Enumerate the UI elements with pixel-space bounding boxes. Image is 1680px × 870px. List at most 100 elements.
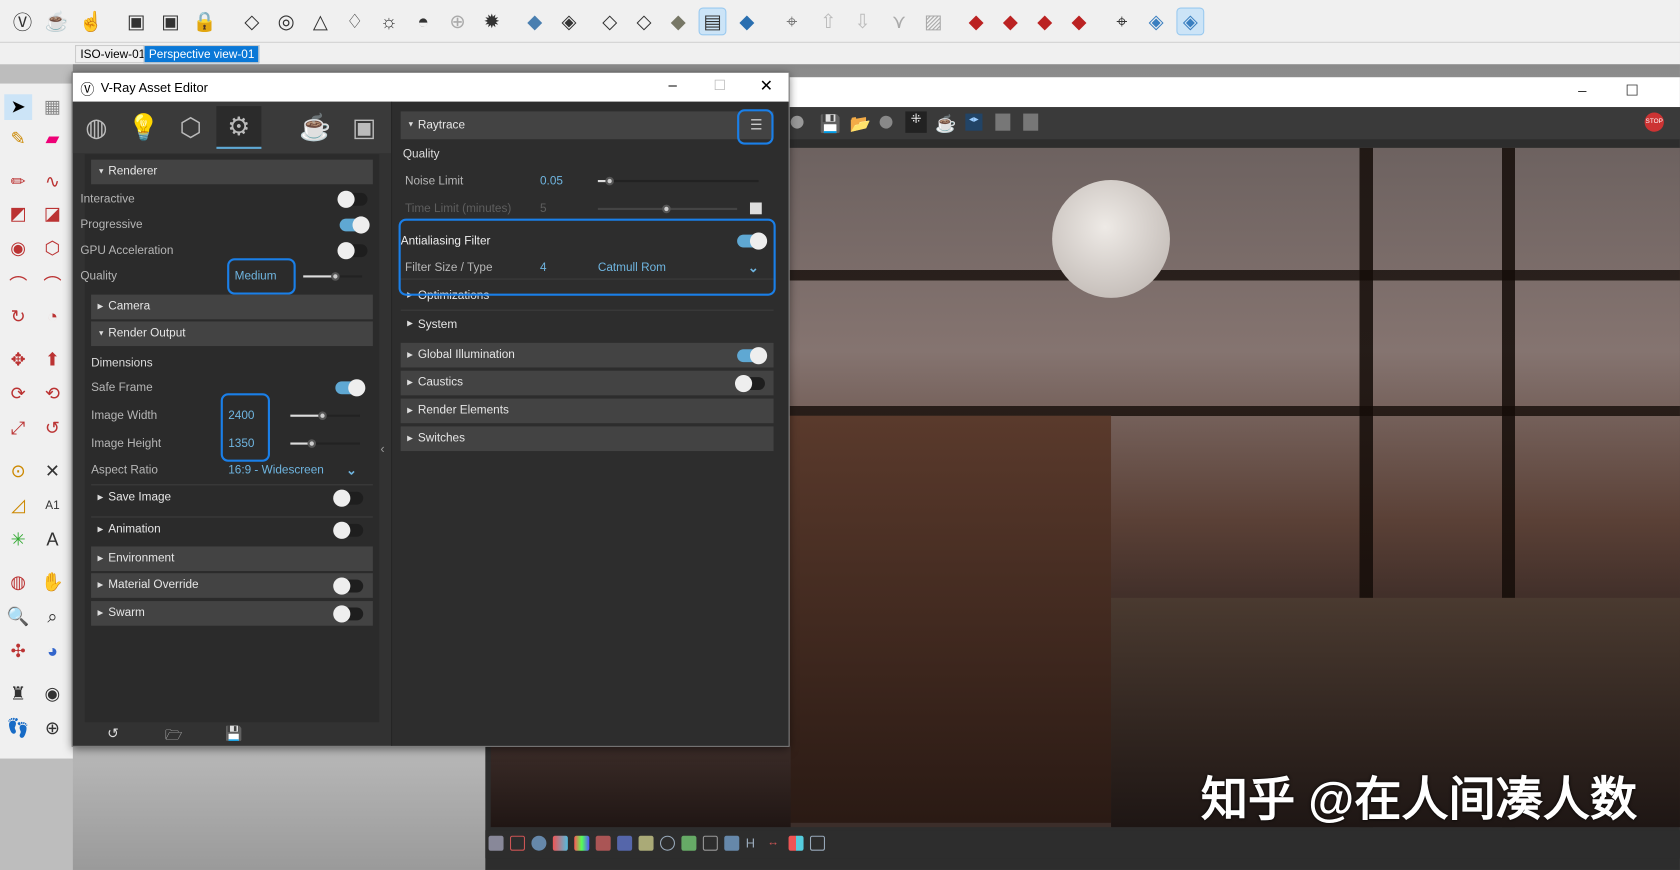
pencil-icon[interactable]: ✏	[4, 169, 32, 195]
interactive-render-icon[interactable]: ☝	[77, 7, 105, 35]
rotated-rect-icon[interactable]: ◪	[39, 201, 67, 227]
style-xray-icon[interactable]: ◆	[521, 7, 549, 35]
zoom-icon[interactable]: 🔍	[4, 604, 32, 630]
maximize-icon[interactable]: ☐	[1625, 81, 1638, 99]
style-backedges-icon[interactable]: ◈	[555, 7, 583, 35]
open-folder-icon[interactable]: 🗁	[165, 725, 182, 749]
previous-view-icon[interactable]: ◕	[39, 639, 67, 665]
history-icon[interactable]	[488, 835, 504, 851]
background-icon[interactable]	[681, 835, 697, 851]
save-image-icon[interactable]: 💾	[820, 114, 841, 135]
compare-width-icon[interactable]: ↔	[767, 836, 782, 851]
move-icon[interactable]: ✥	[4, 347, 32, 373]
safe-frame-toggle[interactable]	[335, 379, 366, 397]
grass-icon[interactable]: ⋎	[885, 7, 913, 35]
lights-tab-icon[interactable]: 💡	[122, 106, 165, 149]
curves-icon[interactable]	[638, 835, 654, 851]
pie-icon[interactable]: ◔	[39, 304, 67, 330]
style-wireframe-icon[interactable]: ◇	[596, 7, 624, 35]
open-image-icon[interactable]: 📂	[850, 114, 871, 135]
rectangle-icon[interactable]: ◩	[4, 201, 32, 227]
materials-tab-icon[interactable]: ◍	[75, 106, 118, 149]
info-icon[interactable]	[531, 835, 547, 851]
zoom-extents-icon[interactable]: ✣	[4, 639, 32, 665]
style-shaded-icon[interactable]: ◆	[664, 7, 692, 35]
walk-icon[interactable]: 👣	[4, 716, 32, 742]
ambient-light-icon[interactable]: ✹	[478, 7, 506, 35]
chevron-down-icon[interactable]: ⌄	[346, 460, 357, 481]
follow-me-icon[interactable]: ⟲	[39, 381, 67, 407]
section-fill-icon[interactable]: ⇩	[849, 7, 877, 35]
3d-text-icon[interactable]: A	[39, 527, 67, 553]
save-image-toggle[interactable]	[333, 489, 364, 507]
section-caustics[interactable]: ▶ Caustics	[400, 370, 774, 396]
frame-buffer-icon[interactable]: ▣	[343, 106, 386, 149]
editor-titlebar[interactable]: Ⓥ V-Ray Asset Editor – ☐ ✕	[72, 72, 789, 102]
tab-perspective-view[interactable]: Perspective view-01	[143, 44, 260, 64]
look-around-icon[interactable]: ◈	[1176, 7, 1205, 36]
ab-compare-icon[interactable]	[995, 113, 1011, 131]
ocio-icon[interactable]: H	[746, 836, 761, 851]
style-textured-icon[interactable]: ▤	[698, 7, 727, 36]
section-material-override[interactable]: ▶ Material Override	[91, 573, 373, 598]
gi-toggle[interactable]	[737, 347, 768, 365]
zoom-window-icon[interactable]: ⌕	[39, 604, 67, 630]
tape-measure-icon[interactable]: ⊙	[4, 459, 32, 485]
arc-icon[interactable]: ⌒	[4, 270, 32, 296]
look-around-icon[interactable]: ◉	[39, 681, 67, 707]
extension-warehouse-icon[interactable]: ◆	[1065, 7, 1093, 35]
frame-buffer-icon[interactable]: ▣	[122, 7, 150, 35]
omni-light-icon[interactable]: ☼	[375, 7, 403, 35]
rotate-icon[interactable]: ⟳	[4, 381, 32, 407]
animation-toggle[interactable]	[333, 521, 364, 539]
lut-icon[interactable]	[724, 835, 740, 851]
section-save-image[interactable]: ▶ Save Image	[91, 484, 373, 509]
aspect-ratio-select[interactable]: 16:9 - Widescreen	[228, 460, 324, 481]
arc2-icon[interactable]: ⌒	[39, 270, 67, 296]
ab-compare2-icon[interactable]	[1023, 113, 1039, 131]
settings-tab-icon[interactable]: ⚙	[216, 106, 262, 149]
position-camera-icon[interactable]: ⌖	[1108, 7, 1136, 35]
polygon-icon[interactable]: ⬡	[39, 236, 67, 262]
section-render-output[interactable]: ▼ Render Output	[91, 321, 373, 347]
ies-light-icon[interactable]: ♢	[341, 7, 369, 35]
spot-light-icon[interactable]: △	[306, 7, 334, 35]
region-render-icon[interactable]: ⁜	[905, 111, 927, 133]
circle-icon[interactable]: ◉	[4, 236, 32, 262]
sphere-light-icon[interactable]: ◎	[272, 7, 300, 35]
caustics-toggle[interactable]	[734, 374, 765, 393]
warehouse-icon[interactable]: ◆	[962, 7, 990, 35]
section-renderer[interactable]: ▼ Renderer	[91, 159, 373, 185]
section-environment[interactable]: ▶ Environment	[91, 546, 373, 572]
swarm-toggle[interactable]	[333, 605, 364, 623]
share-component-icon[interactable]: ◆	[1031, 7, 1059, 35]
rect-light-icon[interactable]: ◇	[238, 7, 266, 35]
axes-icon[interactable]: ✳	[4, 527, 32, 553]
mesh-light-icon[interactable]: ⊕	[444, 7, 472, 35]
paint-bucket-icon[interactable]: ✎	[4, 126, 32, 152]
protractor-icon[interactable]: ◿	[4, 493, 32, 519]
stop-render-icon[interactable]: STOP	[1644, 112, 1664, 132]
lock-icon[interactable]: 🔒	[191, 7, 219, 35]
time-limit-slider[interactable]	[597, 204, 738, 214]
material-override-toggle[interactable]	[333, 577, 364, 595]
interactive-toggle[interactable]	[337, 190, 368, 208]
style-monochrome-icon[interactable]: ◆	[733, 7, 761, 35]
render-teapot-icon[interactable]: ☕	[43, 7, 71, 35]
lens-effects-icon[interactable]	[509, 835, 525, 851]
time-limit-checkbox[interactable]	[749, 202, 762, 215]
time-limit-value[interactable]: 5	[540, 198, 547, 219]
hatch-icon[interactable]: ▨	[919, 7, 947, 35]
channel-icon[interactable]	[790, 115, 804, 129]
section-plane-icon[interactable]: ⊕	[39, 716, 67, 742]
dome-light-icon[interactable]: ◓	[409, 7, 437, 35]
image-height-slider[interactable]	[290, 439, 360, 448]
color-balance-icon[interactable]	[595, 835, 611, 851]
levels-icon[interactable]	[617, 835, 633, 851]
white-balance-icon[interactable]	[659, 835, 675, 851]
scale-icon[interactable]: ⤢	[4, 416, 32, 442]
channels-icon[interactable]	[788, 835, 804, 851]
arc3-icon[interactable]: ↻	[4, 304, 32, 330]
section-animation[interactable]: ▶ Animation	[91, 516, 373, 541]
share-model-icon[interactable]: ◆	[996, 7, 1024, 35]
